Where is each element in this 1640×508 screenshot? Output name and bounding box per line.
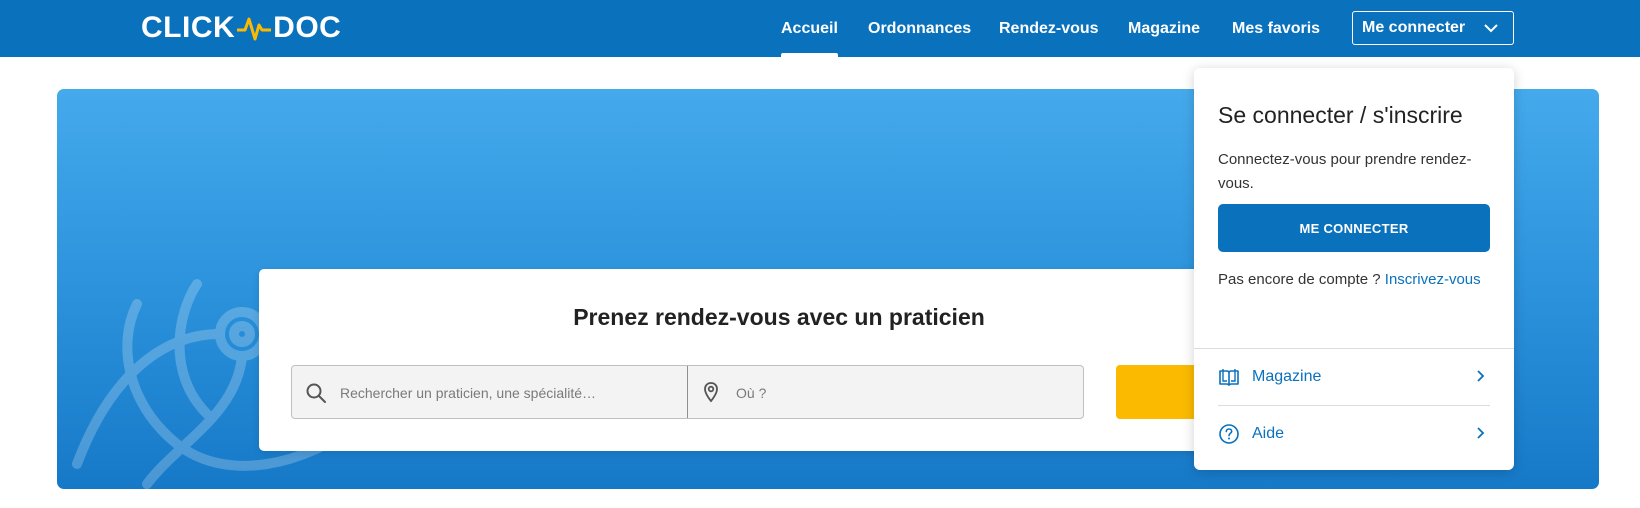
dropdown-link-aide[interactable]: Aide xyxy=(1218,406,1490,462)
signup-prompt: Pas encore de compte ? Inscrivez-vous xyxy=(1218,268,1498,292)
practitioner-search-input[interactable]: Rechercher un praticien, une spécialité… xyxy=(292,366,687,418)
logo-text-right: DOC xyxy=(273,11,342,44)
nav-ordonnances[interactable]: Ordonnances xyxy=(868,0,971,57)
dropdown-login-button[interactable]: ME CONNECTER xyxy=(1218,204,1490,252)
dropdown-description: Connectez-vous pour prendre rendez-vous. xyxy=(1218,151,1472,192)
map-pin-icon xyxy=(704,382,718,403)
nav-mes-favoris[interactable]: Mes favoris xyxy=(1232,0,1320,57)
nav-magazine[interactable]: Magazine xyxy=(1128,0,1200,57)
chevron-down-icon xyxy=(1484,24,1498,33)
top-header: CLICK DOC Accueil Ordonnances Rendez-vou… xyxy=(0,0,1640,57)
pulse-icon xyxy=(237,17,272,41)
help-circle-icon xyxy=(1219,424,1239,444)
search-title: Prenez rendez-vous avec un praticien xyxy=(573,304,985,330)
search-bar: Rechercher un praticien, une spécialité…… xyxy=(291,365,1084,419)
practitioner-search-placeholder: Rechercher un praticien, une spécialité… xyxy=(340,385,597,401)
location-search-input[interactable]: Où ? xyxy=(687,366,1083,418)
login-menu-button[interactable]: Me connecter xyxy=(1352,11,1514,45)
login-dropdown: Se connecter / s'inscrire Connectez-vous… xyxy=(1194,68,1514,470)
dropdown-link-label: Aide xyxy=(1252,425,1285,442)
clickdoc-logo[interactable]: CLICK DOC xyxy=(141,10,341,46)
nav-accueil[interactable]: Accueil xyxy=(781,0,838,57)
dropdown-link-label: Magazine xyxy=(1252,368,1322,385)
location-search-placeholder: Où ? xyxy=(736,385,767,401)
dropdown-link-magazine[interactable]: Magazine xyxy=(1218,349,1490,405)
login-menu-label: Me connecter xyxy=(1362,19,1466,36)
logo-text-left: CLICK xyxy=(141,11,236,44)
book-open-icon xyxy=(1219,369,1239,386)
signup-link[interactable]: Inscrivez-vous xyxy=(1385,271,1481,288)
search-card: Prenez rendez-vous avec un praticien Rec… xyxy=(259,269,1299,451)
signup-prefix: Pas encore de compte ? xyxy=(1218,271,1381,288)
chevron-right-icon xyxy=(1477,427,1485,439)
dropdown-title: Se connecter / s'inscrire xyxy=(1218,102,1463,128)
nav-rendez-vous[interactable]: Rendez-vous xyxy=(999,0,1099,57)
search-icon xyxy=(306,383,326,403)
chevron-right-icon xyxy=(1477,370,1485,382)
